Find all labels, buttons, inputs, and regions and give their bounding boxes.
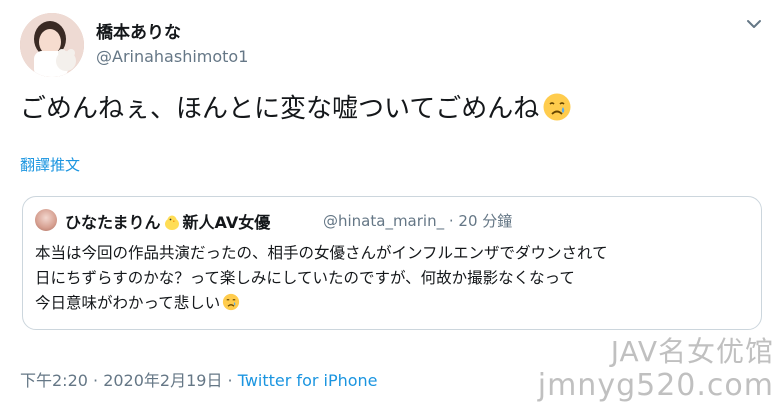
tweet-timestamp[interactable]: 下午2:20 · 2020年2月19日 · Twitter for iPhone — [20, 367, 378, 391]
timestamp-text[interactable]: 下午2:20 · 2020年2月19日 · — [20, 371, 238, 390]
author-handle[interactable]: @Arinahashimoto1 — [96, 47, 248, 66]
quoted-handle-time: @hinata_marin_ · 20 分鐘 — [323, 212, 513, 230]
tweet-body: ごめんねぇ、ほんとに変な嘘ついてごめんね — [20, 94, 540, 124]
author-display-name[interactable]: 橋本ありな — [96, 18, 181, 43]
author-avatar[interactable] — [20, 13, 84, 77]
crying-face-emoji — [223, 293, 240, 311]
translate-tweet-link[interactable]: 翻譯推文 — [20, 154, 80, 175]
tweet-source-link[interactable]: Twitter for iPhone — [238, 371, 378, 390]
watermark-line-1: JAV名女优馆 — [610, 335, 774, 368]
quoted-tweet-card[interactable]: ひなたまりん 新人AV女優 @hinata_marin_ · 20 分鐘 本当は… — [22, 196, 762, 330]
quoted-line-1: 本当は今回の作品共演だったの、相手の女優さんがインフルエンザでダウンされて — [35, 244, 608, 262]
quoted-name-part1: ひなたまりん — [65, 213, 161, 232]
chevron-down-icon[interactable] — [744, 14, 764, 34]
crying-face-emoji — [543, 93, 571, 121]
chick-emoji — [164, 215, 179, 230]
quoted-name-part2: 新人AV女優 — [182, 213, 271, 232]
quoted-tweet-text: 本当は今回の作品共演だったの、相手の女優さんがインフルエンザでダウンされて 日に… — [35, 241, 750, 316]
watermark: JAV名女优馆 jmnyg520.com — [538, 330, 774, 403]
quoted-author-name: ひなたまりん 新人AV女優 — [65, 209, 270, 233]
quoted-line-3: 今日意味がわかって悲しい — [35, 294, 221, 312]
quoted-line-3-wrap: 今日意味がわかって悲しい — [35, 291, 750, 316]
quoted-author-avatar — [35, 209, 57, 231]
quoted-line-2: 日にちずらすのかな？って楽しみにしていたのですが、何故か撮影なくなって — [35, 269, 575, 287]
tweet-text: ごめんねぇ、ほんとに変な嘘ついてごめんね — [20, 88, 572, 125]
watermark-line-2: jmnyg520.com — [537, 368, 774, 403]
avatar-photo — [20, 13, 84, 77]
